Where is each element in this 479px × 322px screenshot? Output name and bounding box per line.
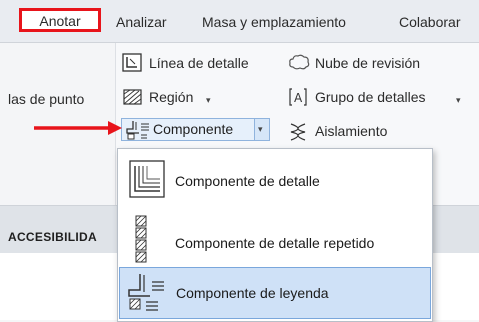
revision-cloud-icon: [289, 54, 310, 70]
insulation-icon: [290, 123, 306, 141]
menu-item-legend-component[interactable]: Componente de leyenda: [119, 267, 431, 319]
detail-component-icon: [129, 160, 165, 198]
detail-line-label: Línea de detalle: [149, 55, 249, 71]
ribbon-tab-bar: Anotar Analizar Masa y emplazamiento Col…: [0, 0, 479, 43]
menu-item-detail-component[interactable]: Componente de detalle: [119, 152, 431, 210]
tab-masa-emplazamiento[interactable]: Masa y emplazamiento: [202, 13, 346, 31]
region-label: Región: [149, 89, 194, 105]
detail-line-button[interactable]: Línea de detalle: [122, 53, 277, 73]
tab-analizar[interactable]: Analizar: [116, 13, 167, 31]
panel-title-accesibilidad: ACCESIBILIDA: [8, 230, 97, 244]
menu-item-label: Componente de detalle: [175, 173, 320, 189]
component-split-button[interactable]: Componente ▾: [121, 118, 270, 141]
revision-cloud-label: Nube de revisión: [315, 55, 421, 71]
tab-colaborar[interactable]: Colaborar: [399, 13, 460, 31]
detail-group-button[interactable]: A Grupo de detalles ▾: [288, 87, 473, 107]
legend-component-icon: [128, 274, 164, 311]
component-label: Componente: [153, 121, 234, 137]
repeating-detail-component-icon: [135, 215, 147, 263]
cut-off-label: las de punto: [8, 91, 85, 107]
component-dropdown-menu: Componente de detalle Componente de deta…: [117, 148, 433, 322]
revision-cloud-button[interactable]: Nube de revisión: [288, 53, 453, 73]
component-dropdown-toggle[interactable]: ▾: [254, 119, 269, 140]
menu-item-label: Componente de detalle repetido: [175, 235, 375, 251]
menu-item-label: Componente de leyenda: [176, 285, 329, 301]
red-arrow-icon: [34, 121, 122, 135]
chevron-down-icon: ▾: [258, 124, 263, 134]
menu-item-repeating-detail-component[interactable]: Componente de detalle repetido: [119, 212, 431, 266]
region-button[interactable]: Región ▾: [122, 87, 242, 107]
svg-text:A: A: [294, 91, 303, 105]
detail-line-icon: [122, 53, 142, 72]
component-icon: [126, 121, 149, 140]
insulation-button[interactable]: Aislamiento: [288, 121, 418, 141]
region-dropdown-icon: ▾: [206, 95, 211, 105]
tab-anotar[interactable]: Anotar: [19, 8, 101, 32]
detail-group-label: Grupo de detalles: [315, 89, 426, 105]
detail-group-icon: A: [289, 88, 307, 106]
detail-group-dropdown-icon: ▾: [456, 95, 461, 105]
region-icon: [123, 89, 142, 105]
insulation-label: Aislamiento: [315, 123, 388, 139]
